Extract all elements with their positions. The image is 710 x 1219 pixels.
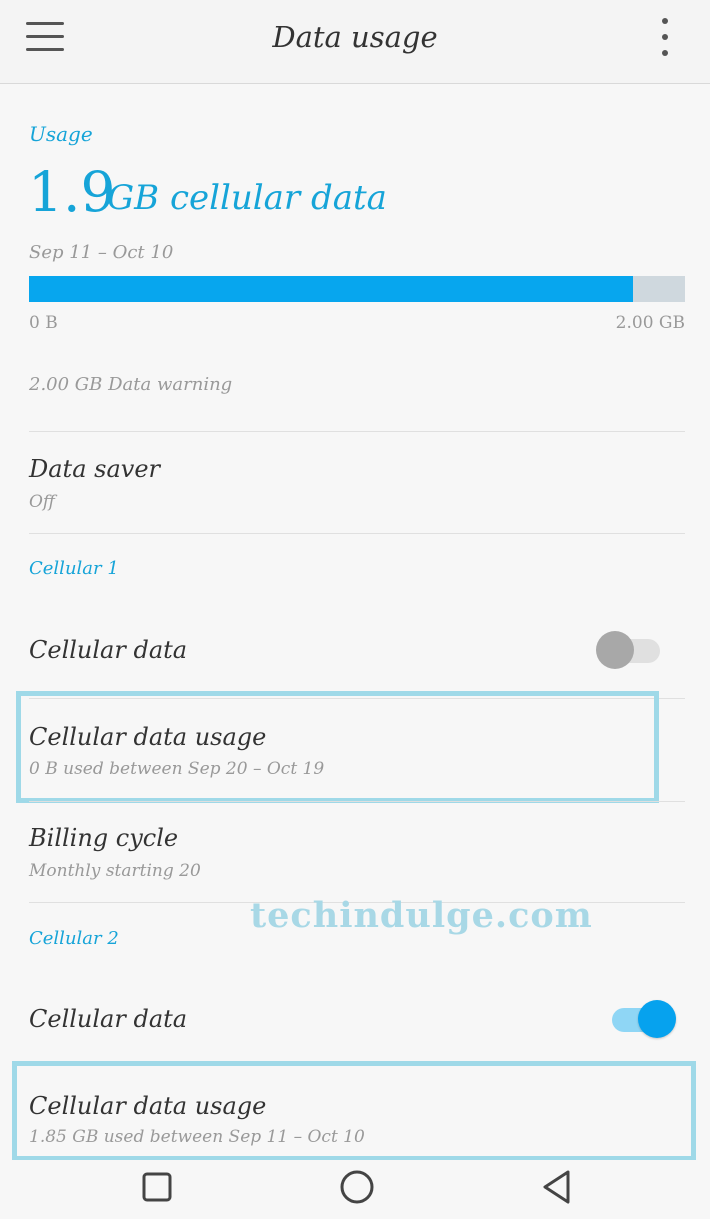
cellular1-data-row[interactable]: Cellular data — [0, 620, 710, 698]
divider — [29, 533, 685, 534]
cellular1-section-header: Cellular 1 — [29, 558, 119, 579]
usage-amount: 1.9 — [28, 160, 116, 224]
usage-unit: GB cellular data — [107, 178, 387, 218]
usage-progress-fill — [29, 276, 633, 302]
cellular2-data-toggle[interactable] — [606, 998, 676, 1038]
usage-section-label: Usage — [29, 122, 93, 146]
app-bar: Data usage — [0, 0, 710, 84]
cellular1-data-label: Cellular data — [29, 636, 188, 664]
cellular2-data-label: Cellular data — [29, 1005, 188, 1033]
cellular2-usage-row[interactable]: Cellular data usage 1.85 GB used between… — [0, 1068, 710, 1158]
cellular1-usage-title: Cellular data usage — [29, 723, 267, 751]
cellular1-usage-sub: 0 B used between Sep 20 – Oct 19 — [29, 759, 325, 779]
data-saver-row[interactable]: Data saver Off — [0, 440, 710, 532]
data-saver-status: Off — [29, 492, 55, 512]
divider — [29, 698, 685, 699]
square-recents-icon[interactable] — [137, 1166, 177, 1206]
system-nav-bar — [0, 1160, 710, 1219]
data-warning-text: 2.00 GB Data warning — [29, 374, 233, 395]
cellular2-section-header: Cellular 2 — [29, 928, 119, 949]
cellular2-usage-sub: 1.85 GB used between Sep 11 – Oct 10 — [29, 1127, 365, 1147]
billing-cycle-title: Billing cycle — [29, 824, 179, 852]
circle-home-icon[interactable] — [337, 1166, 377, 1206]
cellular1-data-toggle[interactable] — [596, 629, 666, 669]
page-title: Data usage — [272, 20, 438, 54]
usage-bar-max: 2.00 GB — [615, 313, 685, 333]
cellular2-data-row[interactable]: Cellular data — [0, 990, 710, 1060]
usage-progress-bar — [29, 276, 685, 302]
triangle-back-icon[interactable] — [538, 1166, 578, 1206]
usage-bar-min: 0 B — [29, 313, 58, 333]
cellular1-billing-row[interactable]: Billing cycle Monthly starting 20 — [0, 802, 710, 902]
watermark: techindulge.com — [250, 895, 593, 936]
divider — [29, 431, 685, 432]
cellular1-usage-row[interactable]: Cellular data usage 0 B used between Sep… — [0, 700, 710, 800]
billing-cycle-sub: Monthly starting 20 — [29, 861, 201, 881]
more-vertical-icon[interactable] — [654, 18, 676, 58]
cellular2-usage-title: Cellular data usage — [29, 1092, 267, 1120]
data-saver-title: Data saver — [29, 455, 160, 483]
usage-period: Sep 11 – Oct 10 — [29, 242, 174, 263]
